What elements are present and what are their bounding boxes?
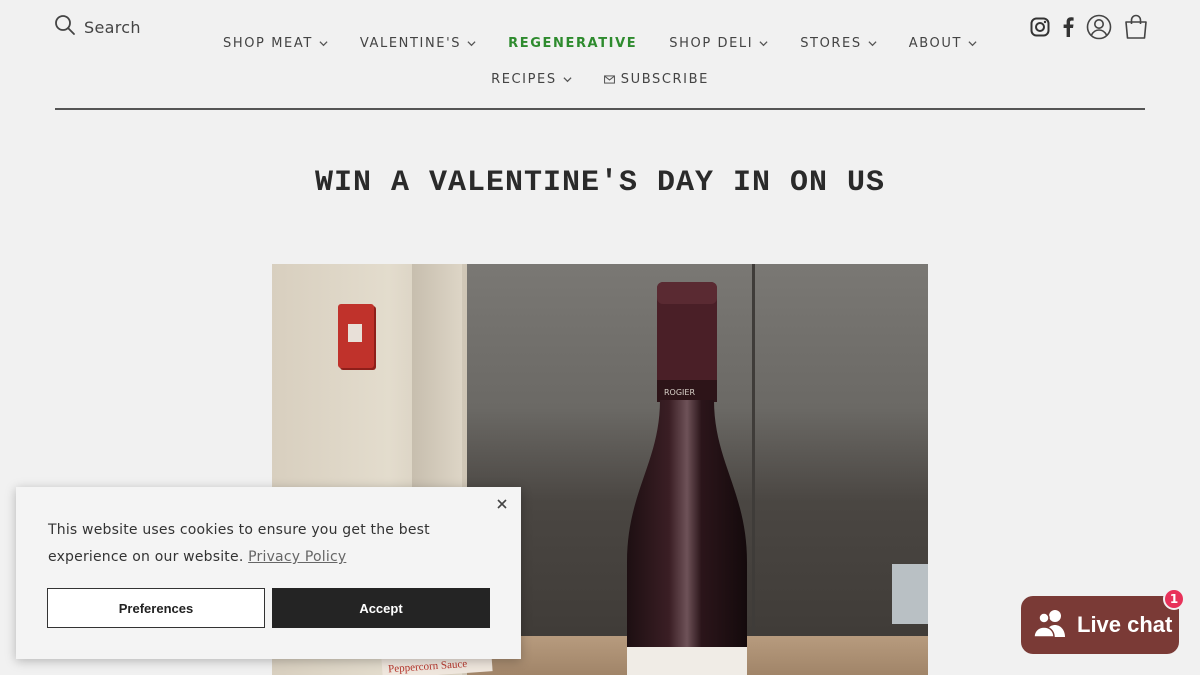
photo-panel-seam [752, 264, 755, 644]
close-icon[interactable] [493, 495, 511, 513]
nav-label: SHOP MEAT [222, 36, 313, 51]
photo-box [892, 564, 928, 624]
sauce-label: Peppercorn Sauce [387, 657, 468, 675]
cart-icon[interactable] [1124, 14, 1148, 40]
cookie-text: This website uses cookies to ensure you … [48, 522, 430, 565]
nav-label: VALENTINE'S [359, 36, 462, 51]
live-chat-label: Live chat [1077, 612, 1173, 637]
header-icons [1030, 14, 1148, 40]
nav-regenerative[interactable]: REGENERATIVE [508, 36, 637, 51]
cookie-message: This website uses cookies to ensure you … [48, 517, 488, 571]
live-chat-button[interactable]: Live chat 1 [1021, 588, 1185, 654]
nav-label: STORES [800, 36, 862, 51]
page-title: WIN A VALENTINE'S DAY IN ON US [314, 166, 886, 200]
nav-shop-meat[interactable]: SHOP MEAT [223, 36, 328, 51]
nav-valentines[interactable]: VALENTINE'S [360, 36, 476, 51]
nav-label: REGENERATIVE [508, 36, 638, 51]
wine-bottle: ROGIER [627, 282, 747, 675]
nav-recipes[interactable]: RECIPES [491, 72, 572, 87]
cookie-banner: This website uses cookies to ensure you … [16, 487, 521, 659]
facebook-icon[interactable] [1062, 17, 1074, 37]
nav-about[interactable]: ABOUT [909, 36, 977, 51]
instagram-icon[interactable] [1030, 17, 1050, 37]
preferences-button[interactable]: Preferences [47, 588, 265, 628]
nav-subscribe[interactable]: SUBSCRIBE [603, 72, 709, 87]
chat-people-icon [1033, 608, 1069, 642]
chevron-down-icon [467, 41, 476, 47]
account-icon[interactable] [1086, 14, 1112, 40]
search-label: Search [84, 17, 141, 37]
nav-label: RECIPES [491, 72, 557, 87]
nav-label: SUBSCRIBE [620, 72, 709, 87]
nav-label: ABOUT [908, 36, 963, 51]
bottle-label: ROGIER [664, 388, 695, 397]
nav-stores[interactable]: STORES [800, 36, 877, 51]
fire-alarm [338, 304, 374, 368]
chevron-down-icon [319, 41, 328, 47]
header-divider [55, 108, 1145, 110]
main-nav-secondary: RECIPES SUBSCRIBE [0, 72, 1200, 87]
privacy-policy-link[interactable]: Privacy Policy [248, 549, 346, 565]
chevron-down-icon [563, 77, 572, 83]
mail-icon [603, 75, 615, 84]
main-nav: SHOP MEAT VALENTINE'S REGENERATIVE SHOP … [0, 36, 1200, 51]
nav-shop-deli[interactable]: SHOP DELI [669, 36, 768, 51]
chevron-down-icon [759, 41, 768, 47]
notification-badge: 1 [1163, 588, 1185, 610]
chevron-down-icon [968, 41, 977, 47]
chevron-down-icon [868, 41, 877, 47]
accept-button[interactable]: Accept [272, 588, 490, 628]
nav-label: SHOP DELI [669, 36, 754, 51]
